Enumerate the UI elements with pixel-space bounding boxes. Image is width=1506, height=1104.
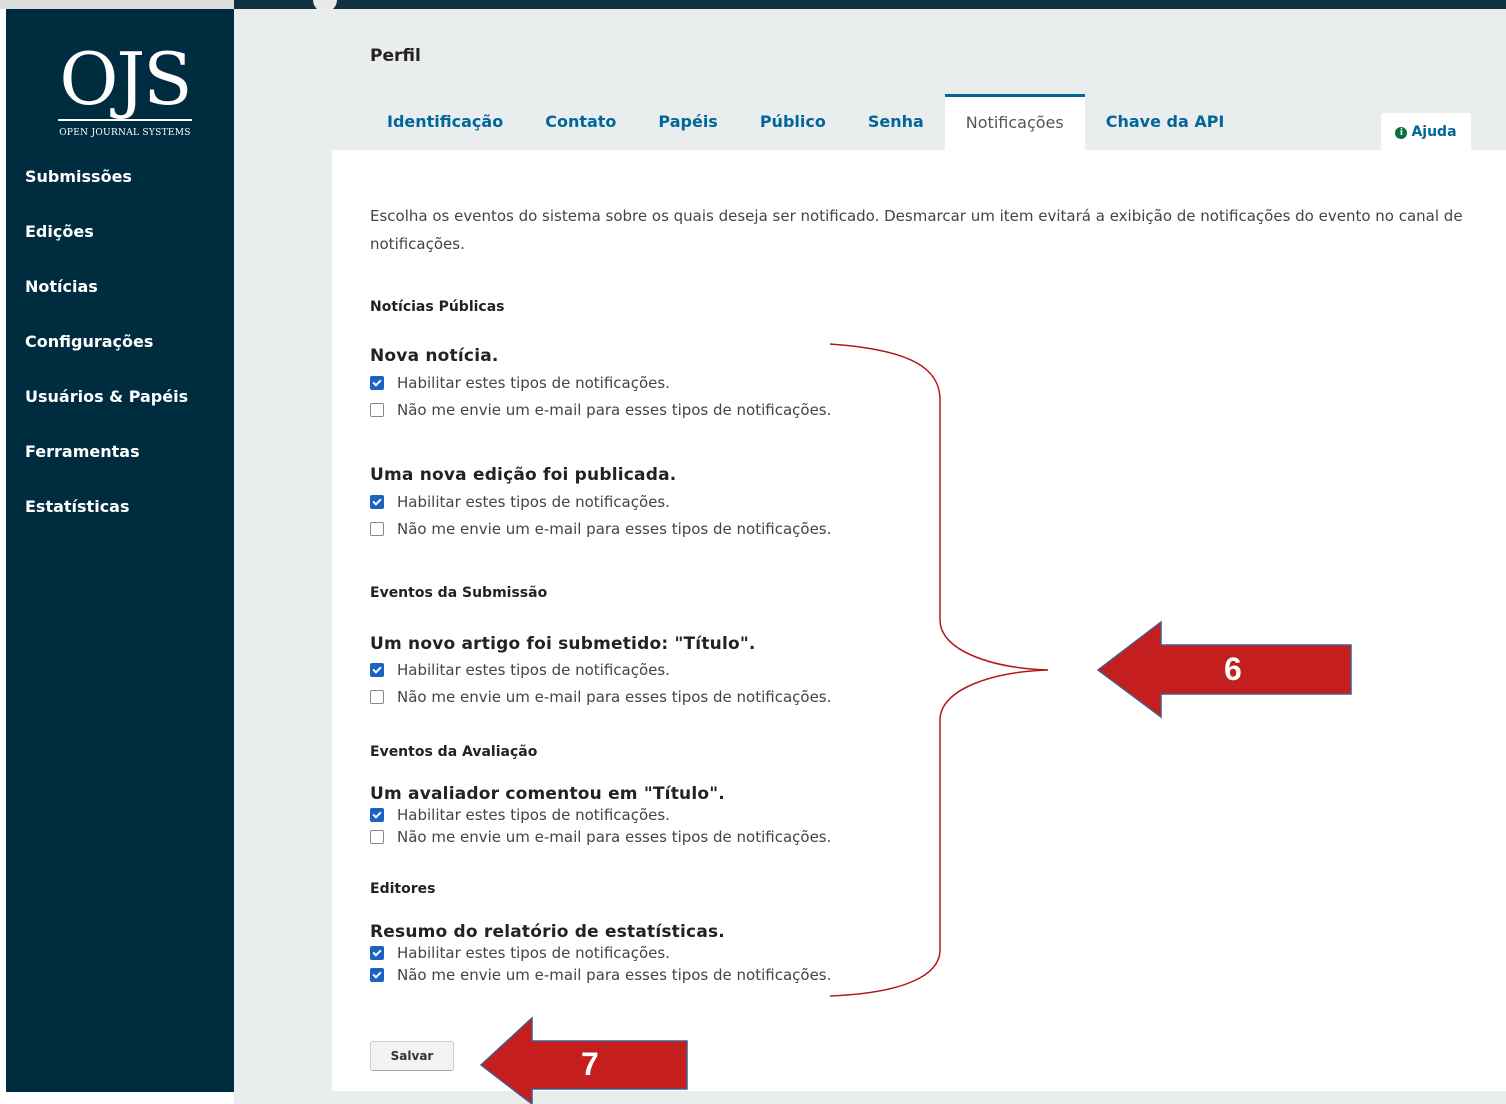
annotation-overlay [479,343,1352,1104]
curly-brace-icon [829,343,1049,997]
callout-number-7: 7 [581,1046,599,1082]
callout-number-6: 6 [1224,651,1242,687]
